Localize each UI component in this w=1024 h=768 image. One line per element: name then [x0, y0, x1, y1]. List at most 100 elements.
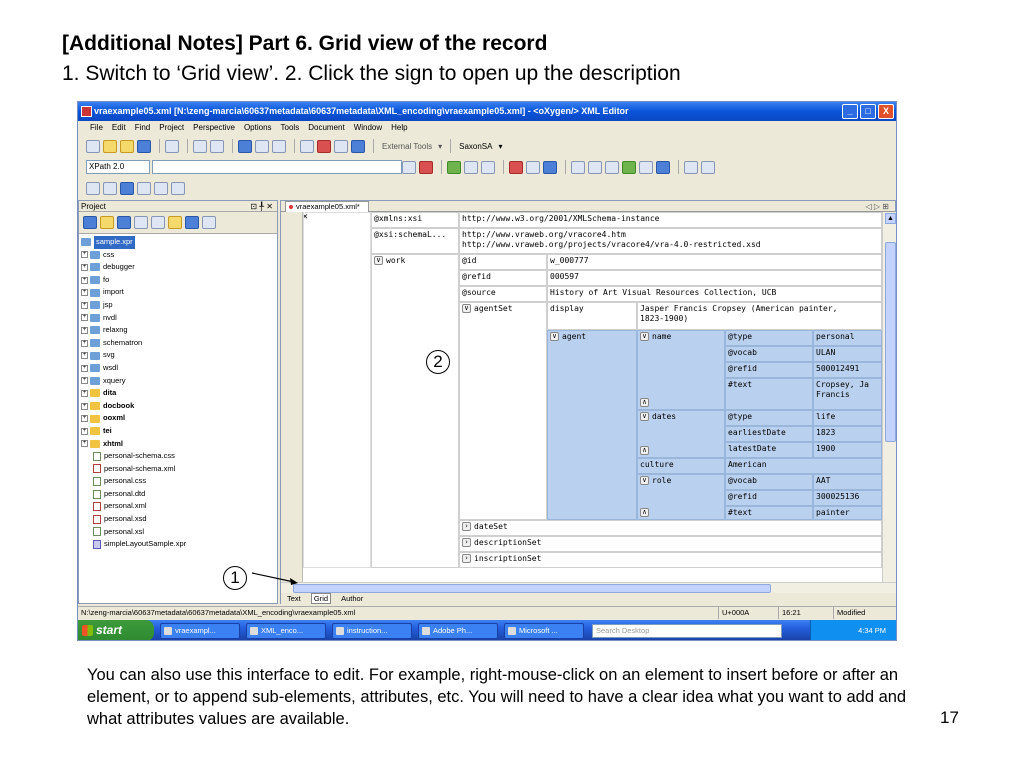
element-descriptionset[interactable]: › descriptionSet [459, 536, 882, 552]
text-node[interactable]: #text [725, 506, 813, 520]
expand-icon[interactable]: + [81, 440, 88, 448]
project-tree-item[interactable]: + dita [81, 387, 277, 400]
project-tree-item[interactable]: sample.xpr [81, 236, 277, 249]
project-tree-item[interactable]: personal-schema.css [81, 450, 277, 463]
element-inscriptionset[interactable]: › inscriptionSet [459, 552, 882, 568]
expand-icon[interactable]: + [81, 339, 88, 347]
element-value[interactable]: American [725, 458, 882, 474]
validate-project-icon[interactable] [185, 216, 199, 229]
attr-name[interactable]: @xsi:schemaL... [371, 228, 459, 254]
comment-icon[interactable] [571, 160, 585, 174]
menu-find[interactable]: Find [135, 123, 151, 132]
run-transform-icon[interactable] [509, 160, 523, 174]
print-icon[interactable] [165, 139, 179, 153]
collapse-icon[interactable]: ∨ [640, 476, 649, 485]
expand-icon[interactable]: › [462, 554, 471, 563]
attr-value[interactable]: personal [813, 330, 882, 346]
expand-up-icon[interactable]: ∧ [640, 446, 649, 455]
menu-options[interactable]: Options [244, 123, 272, 132]
bookmark-icon[interactable] [238, 139, 252, 153]
project-tree-item[interactable]: personal.dtd [81, 488, 277, 501]
web-icon[interactable] [656, 160, 670, 174]
minimize-button[interactable]: _ [842, 104, 858, 119]
expand-icon[interactable]: + [81, 415, 88, 423]
run-scenario-icon[interactable] [543, 160, 557, 174]
expand-icon[interactable]: + [81, 276, 88, 284]
link-icon[interactable] [151, 216, 165, 229]
close-button[interactable]: X [878, 104, 894, 119]
scroll-up-icon[interactable]: ▲ [885, 213, 896, 224]
menu-window[interactable]: Window [354, 123, 382, 132]
project-tree-item[interactable]: personal.css [81, 475, 277, 488]
project-tree-item[interactable]: + tei [81, 425, 277, 438]
project-tree-item[interactable]: personal.xsd [81, 513, 277, 526]
open-project-icon[interactable] [100, 216, 114, 229]
expand-icon[interactable]: + [81, 263, 88, 271]
chevron-down-icon[interactable]: ▾ [498, 142, 502, 151]
menu-tools[interactable]: Tools [281, 123, 300, 132]
expand-icon[interactable]: + [81, 326, 88, 334]
new-file-icon[interactable] [86, 139, 100, 153]
expand-icon[interactable]: + [81, 364, 88, 372]
taskbar-item[interactable]: Microsoft ... [504, 622, 584, 639]
expand-icon[interactable]: + [81, 377, 88, 385]
format-indent-icon[interactable] [464, 160, 478, 174]
tab-text[interactable]: Text [285, 594, 303, 603]
xslt-transform-icon[interactable] [300, 139, 314, 153]
expand-up-icon[interactable]: ∧ [640, 398, 649, 407]
project-tree-item[interactable]: + xhtml [81, 438, 277, 451]
spell-check-icon[interactable] [684, 160, 698, 174]
attr-value[interactable]: ULAN [813, 346, 882, 362]
project-tree-item[interactable]: + schematron [81, 337, 277, 350]
text-node[interactable]: #text [725, 378, 813, 410]
attr-name[interactable]: @type [725, 330, 813, 346]
expand-icon[interactable]: + [81, 427, 88, 435]
project-tree-item[interactable]: personal-schema.xml [81, 463, 277, 476]
attr-value[interactable]: http://www.vraweb.org/vracore4.htm http:… [459, 228, 882, 254]
expand-icon[interactable]: + [81, 251, 88, 259]
tab-author[interactable]: Author [339, 594, 365, 603]
element-value[interactable]: 1900 [813, 442, 882, 458]
element-agent[interactable]: ∨ agent [547, 330, 637, 520]
collapse-icon[interactable]: ∨ [550, 332, 559, 341]
open-folder-icon[interactable] [103, 139, 117, 153]
configure-scenario-icon[interactable] [351, 139, 365, 153]
element-agentset[interactable]: ∨ agentSet [459, 302, 547, 520]
document-icon[interactable] [588, 160, 602, 174]
element-name[interactable]: earliestDate [725, 426, 813, 442]
project-tree-item[interactable]: + debugger [81, 261, 277, 274]
edit-attributes-icon[interactable] [622, 160, 636, 174]
menu-document[interactable]: Document [308, 123, 344, 132]
element-dateset[interactable]: › dateSet [459, 520, 882, 536]
project-tree-item[interactable]: + jsp [81, 299, 277, 312]
project-tree-item[interactable]: + docbook [81, 400, 277, 413]
table-icon[interactable] [120, 181, 134, 195]
tab-navigation[interactable]: ◁ ▷ ⊞ [866, 201, 889, 212]
forward-icon[interactable] [272, 139, 286, 153]
project-tree-item[interactable]: simpleLayoutSample.xpr [81, 538, 277, 551]
attr-value[interactable]: 500012491 [813, 362, 882, 378]
attr-value[interactable]: History of Art Visual Resources Collecti… [547, 286, 882, 302]
menu-edit[interactable]: Edit [112, 123, 126, 132]
pin-icon[interactable] [419, 160, 433, 174]
fo-transform-icon[interactable] [317, 139, 331, 153]
schema-icon[interactable] [639, 160, 653, 174]
taskbar-item[interactable]: vraexampl... [160, 622, 240, 639]
xquery-icon[interactable] [334, 139, 348, 153]
horizontal-scrollbar[interactable] [281, 582, 896, 593]
external-tools-label[interactable]: External Tools [382, 142, 432, 151]
expand-icon[interactable]: + [81, 389, 88, 397]
vertical-scrollbar[interactable]: ▲ [882, 212, 896, 582]
menu-file[interactable]: File [90, 123, 103, 132]
menu-perspective[interactable]: Perspective [193, 123, 235, 132]
chevron-down-icon[interactable]: ▾ [438, 142, 442, 151]
attr-name[interactable]: @refid [459, 270, 547, 286]
debug-icon[interactable] [526, 160, 540, 174]
xpath-version-select[interactable]: XPath 2.0 [86, 160, 150, 174]
expand-icon[interactable]: › [462, 538, 471, 547]
attr-name[interactable]: @vocab [725, 474, 813, 490]
find-replace-icon[interactable] [210, 139, 224, 153]
text-value[interactable]: painter [813, 506, 882, 520]
taskbar-item[interactable]: instruction... [332, 622, 412, 639]
new-project-icon[interactable] [83, 216, 97, 229]
